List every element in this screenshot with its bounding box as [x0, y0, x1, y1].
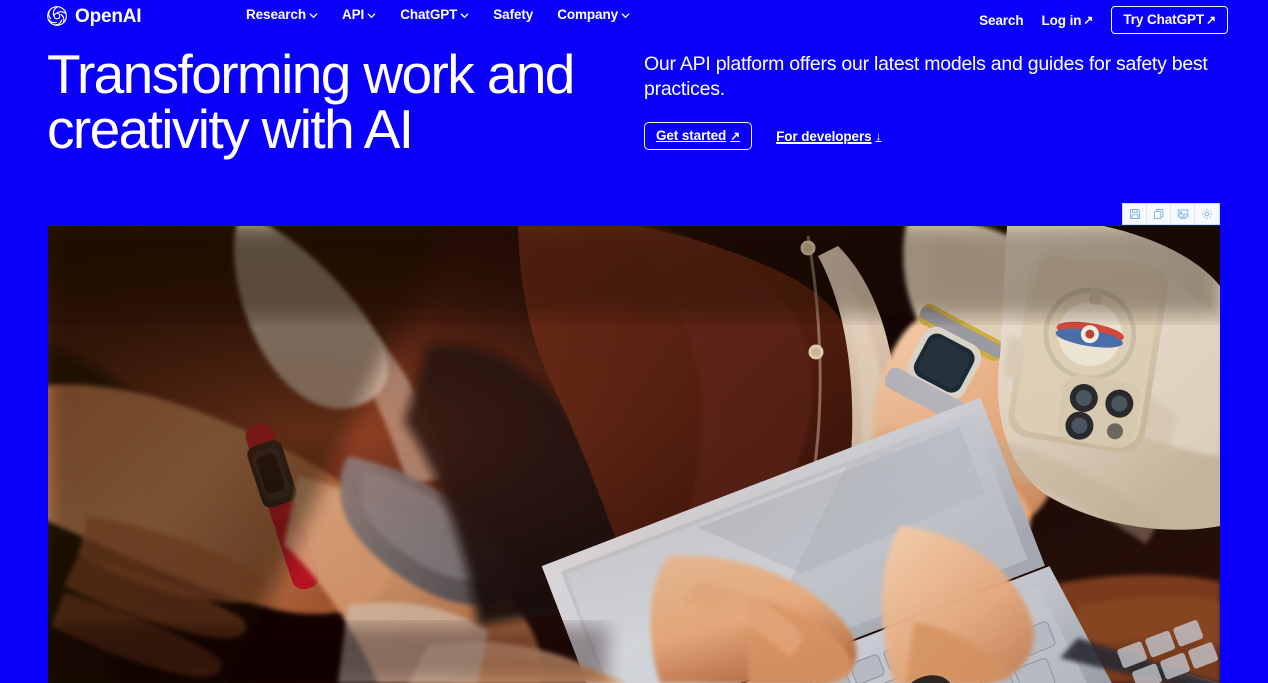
login-label: Log in [1041, 12, 1082, 28]
nav-item-chatgpt-label: ChatGPT [400, 7, 458, 22]
chevron-down-icon [367, 11, 376, 20]
hero-action-row: Get started ↗ For developers ↓ [644, 122, 1214, 150]
hero-image [48, 226, 1220, 683]
chevron-down-icon [309, 11, 318, 20]
arrow-down-icon: ↓ [875, 129, 882, 143]
nav-item-company[interactable]: Company [557, 8, 630, 22]
nav-primary-links: Research API ChatGPT Safety Company [246, 8, 630, 22]
nav-item-api-label: API [342, 7, 365, 22]
arrow-up-right-icon: ↗ [1206, 12, 1216, 27]
brand-name: OpenAI [75, 5, 142, 27]
image-icon [1177, 208, 1189, 220]
top-navigation-bar: OpenAI Research API ChatGPT Safety Compa… [0, 0, 1268, 34]
get-started-label: Get started [656, 128, 727, 143]
brand-logo-link[interactable]: OpenAI [46, 5, 142, 27]
nav-item-api[interactable]: API [342, 8, 376, 22]
page-title-line-2: creativity with AI [47, 98, 414, 160]
image-icon-button[interactable] [1171, 204, 1195, 224]
chevron-down-icon [460, 11, 469, 20]
nav-item-chatgpt[interactable]: ChatGPT [400, 8, 469, 22]
nav-item-research[interactable]: Research [246, 8, 318, 22]
copy-icon [1153, 208, 1165, 220]
try-chatgpt-button[interactable]: Try ChatGPT ↗ [1111, 6, 1228, 34]
settings-gear-icon [1201, 208, 1213, 220]
arrow-up-right-icon: ↗ [730, 128, 741, 143]
nav-item-company-label: Company [557, 7, 619, 22]
nav-secondary-links: Search Log in ↗ Try ChatGPT ↗ [979, 6, 1228, 34]
copy-icon-button[interactable] [1147, 204, 1171, 224]
nav-item-research-label: Research [246, 7, 306, 22]
hero-image-content [48, 226, 1220, 683]
save-icon-button[interactable] [1123, 204, 1147, 224]
get-started-button[interactable]: Get started ↗ [644, 122, 753, 150]
chevron-down-icon [621, 11, 630, 20]
page-title-line-1: Transforming work and [47, 43, 575, 105]
search-label: Search [979, 12, 1024, 28]
save-icon [1129, 208, 1141, 220]
image-toolbar [1122, 203, 1220, 225]
openai-blossom-logo-icon [46, 5, 68, 27]
login-link[interactable]: Log in ↗ [1042, 13, 1094, 28]
try-chatgpt-label: Try ChatGPT [1123, 12, 1205, 27]
arrow-up-right-icon: ↗ [1083, 13, 1094, 27]
for-developers-link[interactable]: For developers ↓ [776, 129, 881, 144]
settings-icon-button[interactable] [1195, 204, 1219, 224]
nav-item-safety[interactable]: Safety [493, 8, 533, 22]
hero-right-column: Our API platform offers our latest model… [644, 52, 1214, 150]
search-link[interactable]: Search [979, 12, 1024, 28]
page-title: Transforming work and creativity with AI [47, 47, 647, 157]
for-developers-label: For developers [776, 128, 872, 144]
nav-item-safety-label: Safety [493, 7, 534, 22]
openai-homepage: OpenAI Research API ChatGPT Safety Compa… [0, 0, 1268, 683]
hero-description: Our API platform offers our latest model… [644, 53, 1208, 100]
